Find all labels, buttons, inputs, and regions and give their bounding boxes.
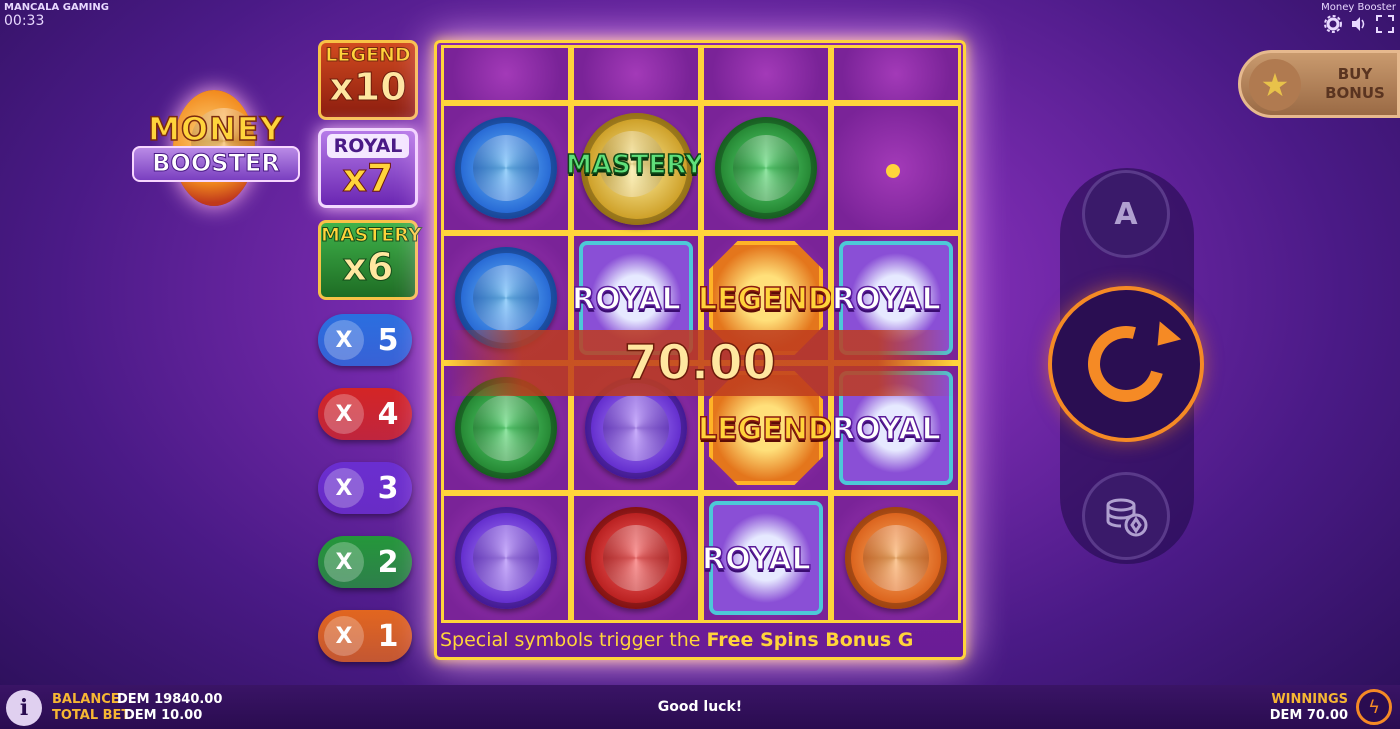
multiplier-pill-number: 4 (377, 396, 399, 432)
mastery-multiplier-value: x6 (342, 245, 394, 289)
reel-cell: ROYAL (701, 493, 831, 623)
multiplier-pill-2: X 2 (318, 536, 412, 588)
royal-symbol-text: ROYAL (571, 281, 681, 318)
clock: 00:33 (4, 13, 45, 29)
top-icons (1324, 15, 1394, 33)
reel-header-cell (571, 45, 701, 103)
green-coin-symbol (715, 117, 817, 219)
total-bet-label: TOTAL BET (52, 708, 131, 723)
spin-button[interactable] (1048, 286, 1204, 442)
reel-cell (701, 103, 831, 233)
status-message: Good luck! (657, 699, 743, 715)
legend-multiplier: LEGEND x10 (318, 40, 418, 120)
star-icon: ★ (1249, 59, 1301, 111)
royal-symbol-text: ROYAL (831, 411, 941, 448)
winnings-label: WINNINGS (1271, 692, 1348, 707)
multiplier-pill-3: X 3 (318, 462, 412, 514)
multiplier-pill-number: 1 (377, 618, 399, 654)
multiplier-pill-x: X (324, 320, 364, 360)
royal-multiplier-value: x7 (342, 156, 394, 200)
reel-cell (831, 103, 961, 233)
multiplier-pill-4: X 4 (318, 388, 412, 440)
reel-header-cell (441, 45, 571, 103)
brand-name: MANCALA GAMING (4, 2, 109, 13)
reel-header-cell (701, 45, 831, 103)
info-icon[interactable]: i (6, 690, 42, 726)
speaker-icon[interactable] (1350, 15, 1368, 33)
reel-header-cell (831, 45, 961, 103)
royal-symbol-text: ROYAL (831, 281, 941, 318)
fullscreen-icon[interactable] (1376, 15, 1394, 33)
reel-cell (441, 103, 571, 233)
logo-line-2: BOOSTER (132, 146, 300, 182)
multiplier-pill-x: X (324, 394, 364, 434)
multiplier-pill-x: X (324, 616, 364, 656)
buy-bonus-line-1: BUY (1337, 65, 1373, 83)
top-bar: MANCALA GAMING 00:33 Money Booster (0, 0, 1400, 33)
turbo-icon[interactable]: ϟ (1356, 689, 1392, 725)
mastery-multiplier: MASTERY x6 (318, 220, 423, 300)
buy-bonus-label: BUY BONUS (1313, 65, 1397, 103)
legend-multiplier-value: x10 (329, 65, 407, 109)
ticker-highlight: Free Spins Bonus G (706, 629, 914, 651)
mastery-symbol-text: MASTERY (565, 149, 704, 181)
balance-value: DEM 19840.00 (117, 692, 223, 707)
blue-coin-symbol (455, 117, 557, 219)
reel-cell: MASTERY (565, 103, 704, 233)
multiplier-pill-x: X (324, 542, 364, 582)
game-logo: MONEY BOOSTER (128, 88, 300, 214)
coin-stack-icon (1106, 498, 1148, 537)
logo-line-1: MONEY (147, 109, 284, 149)
reel-cell (831, 493, 961, 623)
legend-multiplier-label: LEGEND (325, 44, 411, 67)
multiplier-pill-x: X (324, 468, 364, 508)
balance-label: BALANCE (52, 692, 120, 707)
autoplay-button[interactable]: A (1082, 170, 1170, 258)
mastery-multiplier-label: MASTERY (321, 224, 423, 247)
gear-icon[interactable] (1324, 15, 1342, 33)
multiplier-pill-number: 3 (377, 470, 399, 506)
legend-symbol-text: LEGEND (697, 411, 833, 448)
multiplier-pill-5: X 5 (318, 314, 412, 366)
legend-symbol-text: LEGEND (697, 281, 833, 318)
red-coin-symbol (585, 507, 687, 609)
orange-coin-symbol (845, 507, 947, 609)
gold-dot (886, 164, 900, 178)
game-title: Money Booster (1321, 2, 1396, 13)
win-amount: 70.00 (623, 334, 776, 392)
autoplay-icon: A (1114, 196, 1138, 232)
royal-symbol-text: ROYAL (701, 541, 811, 578)
purple-coin-symbol (455, 507, 557, 609)
reel-cell (571, 493, 701, 623)
buy-bonus-button[interactable]: ★ BUY BONUS (1238, 50, 1400, 118)
ticker-text: Special symbols trigger the (440, 629, 707, 651)
bet-settings-button[interactable] (1082, 472, 1170, 560)
royal-multiplier-label: ROYAL (327, 134, 409, 158)
royal-multiplier: ROYAL x7 (318, 128, 418, 208)
bottom-bar: i BALANCE DEM 19840.00 TOTAL BET DEM 10.… (0, 685, 1400, 729)
reel-cell (441, 493, 571, 623)
winnings-value: DEM 70.00 (1269, 708, 1348, 723)
buy-bonus-line-2: BONUS (1325, 84, 1385, 102)
multiplier-pill-number: 2 (377, 544, 399, 580)
multiplier-pill-1: X 1 (318, 610, 412, 662)
total-bet-value: DEM 10.00 (124, 708, 203, 723)
multiplier-pill-number: 5 (377, 322, 399, 358)
info-ticker: Special symbols trigger the Free Spins B… (440, 626, 960, 654)
